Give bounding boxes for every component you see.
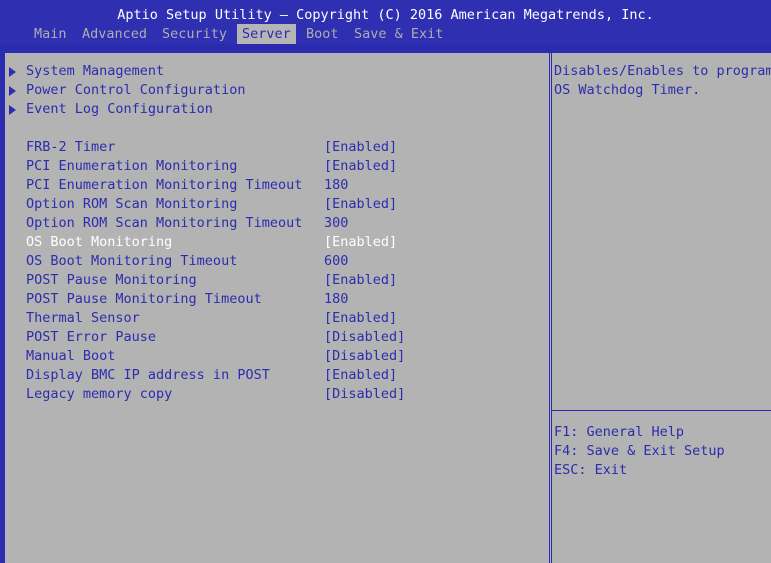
submenu-arrow-icon bbox=[9, 67, 16, 77]
setting-frb2-timer[interactable]: FRB-2 Timer [Enabled] bbox=[26, 138, 397, 157]
help-text-line: OS Watchdog Timer. bbox=[554, 82, 701, 98]
setting-value[interactable]: 180 bbox=[324, 290, 348, 309]
submenu-arrow-icon bbox=[9, 105, 16, 115]
setting-label: Option ROM Scan Monitoring bbox=[26, 196, 238, 212]
setting-value[interactable]: [Enabled] bbox=[324, 157, 397, 176]
window-title: Aptio Setup Utility – Copyright (C) 2016… bbox=[0, 0, 771, 24]
tab-main[interactable]: Main bbox=[34, 24, 67, 44]
setting-label: Legacy memory copy bbox=[26, 386, 173, 402]
setting-os-boot-monitoring-timeout[interactable]: OS Boot Monitoring Timeout 600 bbox=[26, 252, 348, 271]
tab-boot[interactable]: Boot bbox=[306, 24, 339, 44]
tab-server[interactable]: Server bbox=[237, 24, 296, 44]
setting-value[interactable]: [Enabled] bbox=[324, 309, 397, 328]
key-help-save-exit: F4: Save & Exit Setup bbox=[554, 443, 725, 459]
setting-label: FRB-2 Timer bbox=[26, 139, 116, 155]
setting-value[interactable]: [Enabled] bbox=[324, 195, 397, 214]
submenu-power-control-configuration[interactable]: Power Control Configuration bbox=[26, 81, 245, 100]
setting-value[interactable]: 180 bbox=[324, 176, 348, 195]
setting-pci-enumeration-monitoring[interactable]: PCI Enumeration Monitoring [Enabled] bbox=[26, 157, 397, 176]
setting-value[interactable]: [Disabled] bbox=[324, 385, 405, 404]
setting-label: POST Error Pause bbox=[26, 329, 157, 345]
setting-thermal-sensor[interactable]: Thermal Sensor [Enabled] bbox=[26, 309, 397, 328]
tab-security[interactable]: Security bbox=[162, 24, 227, 44]
setting-label: POST Pause Monitoring Timeout bbox=[26, 291, 262, 307]
setting-value[interactable]: [Disabled] bbox=[324, 328, 405, 347]
submenu-arrow-icon bbox=[9, 86, 16, 96]
setting-post-error-pause[interactable]: POST Error Pause [Disabled] bbox=[26, 328, 405, 347]
setting-value[interactable]: 600 bbox=[324, 252, 348, 271]
setting-manual-boot[interactable]: Manual Boot [Disabled] bbox=[26, 347, 405, 366]
setting-option-rom-scan-monitoring-timeout[interactable]: Option ROM Scan Monitoring Timeout 300 bbox=[26, 214, 348, 233]
setting-label: OS Boot Monitoring bbox=[26, 234, 173, 250]
panel-border bbox=[5, 50, 771, 52]
setting-label: Manual Boot bbox=[26, 348, 116, 364]
setting-label: PCI Enumeration Monitoring Timeout bbox=[26, 177, 303, 193]
setting-pci-enumeration-monitoring-timeout[interactable]: PCI Enumeration Monitoring Timeout 180 bbox=[26, 176, 348, 195]
setting-label: POST Pause Monitoring bbox=[26, 272, 197, 288]
submenu-event-log-configuration[interactable]: Event Log Configuration bbox=[26, 100, 213, 119]
setting-value[interactable]: [Enabled] bbox=[324, 366, 397, 385]
setting-legacy-memory-copy[interactable]: Legacy memory copy [Disabled] bbox=[26, 385, 405, 404]
setting-value[interactable]: [Enabled] bbox=[324, 233, 397, 252]
setting-option-rom-scan-monitoring[interactable]: Option ROM Scan Monitoring [Enabled] bbox=[26, 195, 397, 214]
setting-label: Thermal Sensor bbox=[26, 310, 140, 326]
setting-post-pause-monitoring[interactable]: POST Pause Monitoring [Enabled] bbox=[26, 271, 397, 290]
setting-os-boot-monitoring[interactable]: OS Boot Monitoring [Enabled] bbox=[26, 233, 397, 252]
setting-value[interactable]: [Enabled] bbox=[324, 271, 397, 290]
panel-divider bbox=[551, 53, 552, 563]
setting-label: Option ROM Scan Monitoring Timeout bbox=[26, 215, 303, 231]
tab-save-exit[interactable]: Save & Exit bbox=[354, 24, 443, 44]
setting-value[interactable]: [Disabled] bbox=[324, 347, 405, 366]
setting-value[interactable]: [Enabled] bbox=[324, 138, 397, 157]
setting-label: PCI Enumeration Monitoring bbox=[26, 158, 238, 174]
setting-value[interactable]: 300 bbox=[324, 214, 348, 233]
setting-label: Display BMC IP address in POST bbox=[26, 367, 270, 383]
key-help-esc: ESC: Exit bbox=[554, 462, 628, 478]
submenu-system-management[interactable]: System Management bbox=[26, 62, 164, 81]
key-help-general: F1: General Help bbox=[554, 424, 685, 440]
tab-advanced[interactable]: Advanced bbox=[82, 24, 147, 44]
help-divider bbox=[552, 410, 771, 411]
setting-post-pause-monitoring-timeout[interactable]: POST Pause Monitoring Timeout 180 bbox=[26, 290, 348, 309]
setting-label: OS Boot Monitoring Timeout bbox=[26, 253, 238, 269]
panel-divider bbox=[549, 53, 550, 563]
help-text-line: Disables/Enables to program bbox=[554, 63, 771, 79]
menu-bar: Main Advanced Security Server Boot Save … bbox=[0, 24, 771, 44]
setting-display-bmc-ip-address[interactable]: Display BMC IP address in POST [Enabled] bbox=[26, 366, 397, 385]
